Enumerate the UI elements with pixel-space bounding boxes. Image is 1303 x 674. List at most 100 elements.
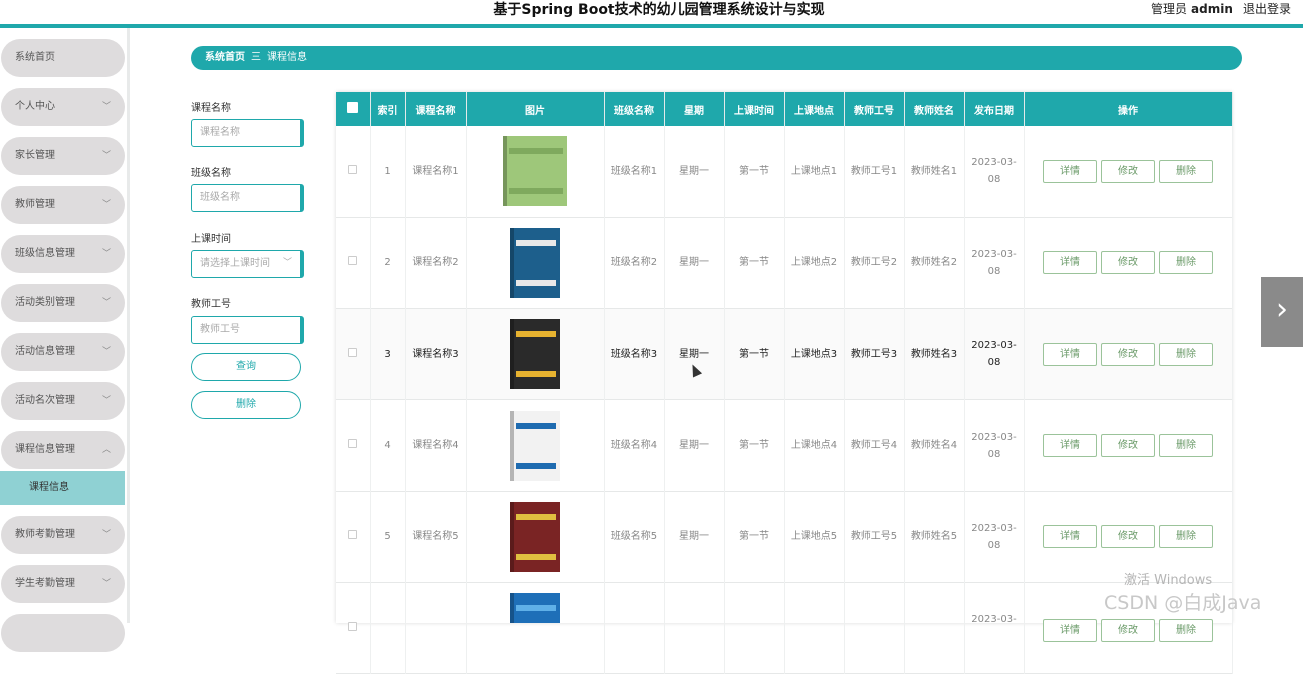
row-checkbox[interactable] (336, 399, 371, 492)
delete-button[interactable]: 删除 (1159, 525, 1213, 549)
sidebar-item-label: 系统首页 (15, 52, 55, 63)
table-row: 4 课程名称4 班级名称4 星期一 第一节 上课地点4 教师工号4 教师姓名4 2023-03-… (336, 399, 1233, 492)
col-header: 课程名称 (405, 92, 467, 126)
course-image (466, 399, 605, 492)
next-arrow-icon[interactable]: › (1261, 277, 1303, 347)
sidebar-item-student-attendance[interactable]: 学生考勤管理 ﹀ (1, 565, 125, 603)
delete-button[interactable]: 删除 (1159, 342, 1213, 366)
detail-button[interactable]: 详情 (1043, 618, 1097, 642)
sidebar-item-activities[interactable]: 活动信息管理 ﹀ (1, 333, 125, 371)
detail-button[interactable]: 详情 (1043, 159, 1097, 183)
sidebar-item-classes[interactable]: 班级信息管理 ﹀ (1, 235, 125, 273)
book-cover-image (510, 410, 560, 481)
table-row: 1 课程名称1 班级名称1 星期一 第一节 上课地点1 教师工号1 教师姓名1 2023-03-… (336, 126, 1233, 218)
sidebar-item-activity-types[interactable]: 活动类别管理 ﹀ (1, 284, 125, 322)
edit-button[interactable]: 修改 (1101, 342, 1155, 366)
col-header: 上课时间 (724, 92, 785, 126)
row-actions: 详情 修改 删除 (1024, 126, 1233, 218)
row-course-name (405, 582, 467, 674)
class-name-input[interactable]: 班级名称 (191, 184, 304, 212)
windows-activation-watermark: 激活 Windows (1124, 573, 1213, 588)
row-weekday: 星期一 (664, 217, 725, 309)
date-line: 08 (987, 265, 1001, 277)
edit-button[interactable]: 修改 (1101, 525, 1155, 549)
row-checkbox[interactable] (336, 126, 371, 218)
row-teacher-id: 教师工号3 (844, 308, 905, 400)
course-table: 索引 课程名称 图片 班级名称 星期 上课时间 上课地点 教师工号 教师姓名 发… (336, 92, 1233, 674)
row-teacher-id (844, 582, 905, 674)
row-checkbox[interactable] (336, 582, 371, 674)
row-teacher-id: 教师工号2 (844, 217, 905, 309)
sidebar-item-profile[interactable]: 个人中心 ﹀ (1, 88, 125, 126)
delete-button[interactable]: 删除 (1159, 159, 1213, 183)
detail-button[interactable]: 详情 (1043, 525, 1097, 549)
row-course-name: 课程名称5 (405, 491, 467, 583)
table-body: 1 课程名称1 班级名称1 星期一 第一节 上课地点1 教师工号1 教师姓名1 2023-03-… (336, 126, 1233, 674)
chevron-down-icon: ﹀ (101, 200, 111, 210)
row-class-name: 班级名称3 (604, 308, 665, 400)
table-row: 2023-03- 详情 修改 删除 (336, 582, 1233, 674)
sidebar-item-parents[interactable]: 家长管理 ﹀ (1, 137, 125, 175)
breadcrumb-separator: 三 (251, 52, 261, 63)
row-teacher-id: 教师工号4 (844, 399, 905, 492)
sidebar-subitem-course-info[interactable]: 课程信息 (0, 471, 125, 505)
time-select[interactable]: 请选择上课时间 ﹀ (191, 250, 304, 278)
sidebar-item-teachers[interactable]: 教师管理 ﹀ (1, 186, 125, 224)
row-place: 上课地点3 (784, 308, 845, 400)
detail-button[interactable]: 详情 (1043, 342, 1097, 366)
chevron-up-icon: ︿ (101, 445, 111, 455)
row-teacher-name: 教师姓名1 (904, 126, 965, 218)
sidebar-item-more[interactable] (1, 614, 125, 652)
chevron-down-icon: ﹀ (101, 530, 111, 540)
row-time: 第一节 (724, 399, 785, 492)
row-index: 2 (370, 217, 406, 309)
time-select-placeholder: 请选择上课时间 (200, 258, 270, 269)
teacher-id-input[interactable]: 教师工号 (191, 316, 304, 344)
table-row: 2 课程名称2 班级名称2 星期一 第一节 上课地点2 教师工号2 教师姓名2 2023-03-… (336, 217, 1233, 309)
sidebar-item-teacher-attendance[interactable]: 教师考勤管理 ﹀ (1, 516, 125, 554)
row-place: 上课地点4 (784, 399, 845, 492)
row-place: 上课地点1 (784, 126, 845, 218)
sidebar-item-rankings[interactable]: 活动名次管理 ﹀ (1, 382, 125, 420)
delete-button[interactable]: 删除 (1159, 618, 1213, 642)
row-checkbox[interactable] (336, 217, 371, 309)
course-name-input[interactable]: 课程名称 (191, 119, 304, 147)
user-name: admin (1191, 2, 1233, 16)
delete-button[interactable]: 删除 (1159, 251, 1213, 275)
row-weekday: 星期一 (664, 308, 725, 400)
sidebar-item-courses[interactable]: 课程信息管理 ︿ (1, 431, 125, 469)
query-button[interactable]: 查询 (191, 353, 301, 381)
delete-button[interactable]: 删除 (1159, 434, 1213, 458)
date-line: 08 (987, 357, 1001, 369)
book-cover-image (510, 501, 560, 572)
row-course-name: 课程名称3 (405, 308, 467, 400)
select-all-checkbox[interactable] (336, 92, 371, 126)
edit-button[interactable]: 修改 (1101, 159, 1155, 183)
col-header: 上课地点 (784, 92, 845, 126)
row-teacher-name: 教师姓名2 (904, 217, 965, 309)
sidebar-item-home[interactable]: 系统首页 (1, 39, 125, 77)
batch-delete-button[interactable]: 删除 (191, 391, 301, 419)
row-place (784, 582, 845, 674)
logout-link[interactable]: 退出登录 (1243, 0, 1291, 18)
edit-button[interactable]: 修改 (1101, 434, 1155, 458)
breadcrumb-home[interactable]: 系统首页 (205, 52, 245, 63)
row-weekday: 星期一 (664, 126, 725, 218)
col-header: 图片 (466, 92, 605, 126)
row-publish-date: 2023-03- 08 (964, 126, 1025, 218)
sidebar-item-label: 家长管理 (15, 150, 55, 161)
row-actions: 详情 修改 删除 (1024, 308, 1233, 400)
row-weekday (664, 582, 725, 674)
detail-button[interactable]: 详情 (1043, 434, 1097, 458)
sidebar-item-label: 个人中心 (15, 101, 55, 112)
row-checkbox[interactable] (336, 308, 371, 400)
row-course-name: 课程名称2 (405, 217, 467, 309)
row-checkbox[interactable] (336, 491, 371, 583)
chevron-down-icon: ﹀ (101, 249, 111, 259)
edit-button[interactable]: 修改 (1101, 618, 1155, 642)
date-line: 2023-03- (971, 522, 1017, 534)
app-header: 基于Spring Boot技术的幼儿园管理系统设计与实现 管理员 admin 退出… (0, 0, 1303, 24)
col-header: 操作 (1024, 92, 1233, 126)
edit-button[interactable]: 修改 (1101, 251, 1155, 275)
detail-button[interactable]: 详情 (1043, 251, 1097, 275)
